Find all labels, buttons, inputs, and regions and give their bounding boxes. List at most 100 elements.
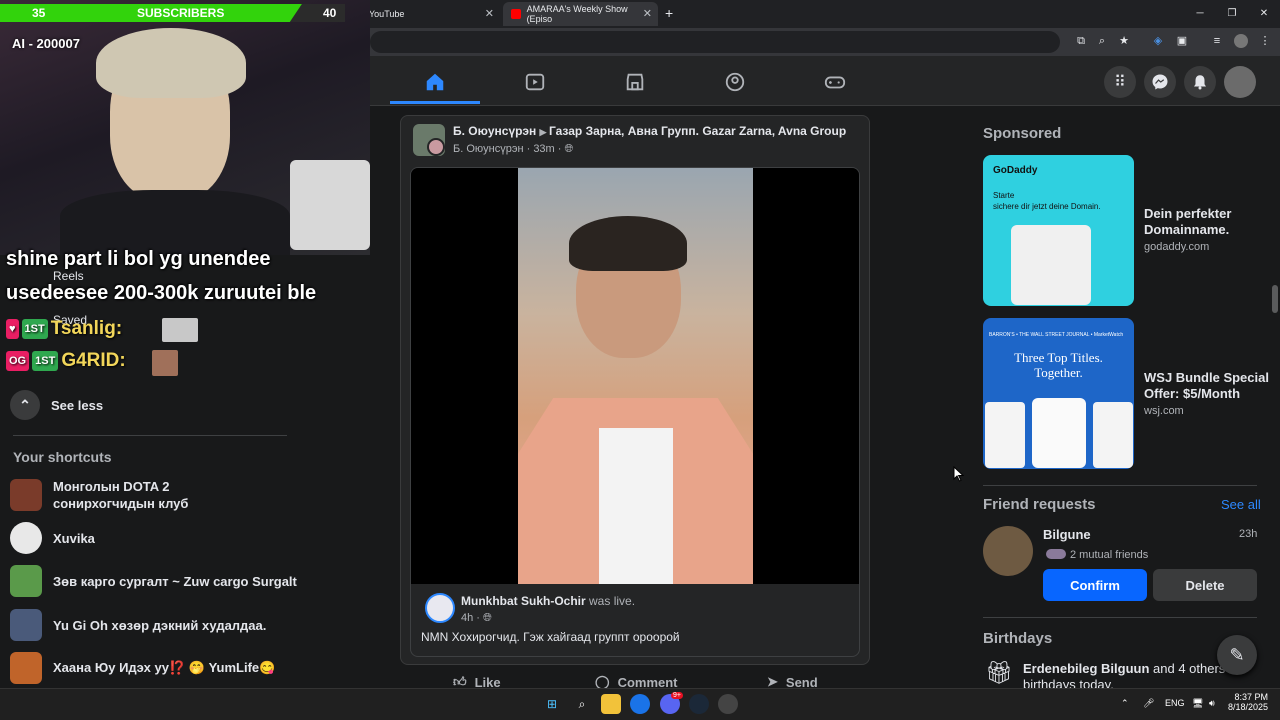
chat-badge: OG	[6, 351, 30, 371]
shortcut-item[interactable]: Yu Gi Oh хөзөр дэкний худалдаа.	[10, 609, 266, 641]
reading-list-icon[interactable]: ≡	[1210, 34, 1224, 48]
bookmark-star-icon[interactable]: ★	[1117, 34, 1131, 48]
post-time[interactable]: 33m	[533, 143, 554, 155]
friend-requests-title: Friend requests	[983, 496, 1096, 513]
friend-request-time: 23h	[1239, 528, 1258, 540]
shared-author-name[interactable]: Munkhbat Sukh-Ochir	[461, 594, 586, 608]
nav-groups[interactable]	[690, 62, 780, 102]
ad-image-godaddy[interactable]: GoDaddy Starte sichere dir jetzt deine D…	[983, 155, 1134, 306]
shortcut-thumbnail	[10, 565, 42, 597]
tab-amaraa[interactable]: AMARAA's Weekly Show (Episo ✕	[503, 2, 658, 26]
ad-image-text: Three Top Titles.	[1014, 350, 1103, 365]
ad-phone-graphic	[1011, 225, 1091, 305]
nav-marketplace[interactable]	[590, 62, 680, 102]
post-subauthor[interactable]: Б. Оюунсүрэн	[453, 143, 524, 155]
mouse-cursor-icon	[953, 466, 965, 482]
overlay-message-line2: usedeesee 200-300k zuruutei ble	[6, 282, 317, 304]
account-avatar[interactable]	[1224, 66, 1256, 98]
gift-icon: 🎁︎	[985, 660, 1013, 685]
divider	[983, 617, 1257, 618]
zoom-icon[interactable]: ⌕	[1095, 34, 1109, 48]
overlay-message-line1: shine part li bol yg unendee	[6, 248, 271, 270]
ad-title[interactable]: WSJ Bundle Special Offer: $5/Month	[1144, 370, 1269, 402]
ai-label: AI - 200007	[12, 36, 80, 51]
nav-video[interactable]	[490, 62, 580, 102]
chat-badge: 1ST	[32, 351, 59, 371]
mutual-friends-avatars	[1046, 549, 1066, 559]
clock[interactable]: 8:37 PM 8/18/2025	[1228, 692, 1268, 712]
shortcut-label: Xuvika	[53, 530, 95, 546]
birthday-text: Erdenebileg Bilguun and 4 others h	[1023, 661, 1236, 676]
ad-title[interactable]: Dein perfekter Domainname.	[1144, 206, 1269, 238]
obs-icon[interactable]	[718, 694, 738, 714]
post-meta: Б. Оюунсүрэн · 33m · 🌐︎	[453, 143, 574, 155]
divider	[983, 485, 1257, 486]
bell-icon	[1194, 75, 1206, 90]
shared-author-avatar[interactable]	[425, 593, 455, 623]
maximize-icon[interactable]: ❐	[1216, 0, 1248, 28]
see-less-button[interactable]: ⌃ See less	[10, 390, 103, 420]
messenger-button[interactable]	[1144, 66, 1176, 98]
grid-icon: ⠿	[1114, 74, 1126, 91]
minimize-icon[interactable]: ─	[1184, 0, 1216, 28]
clock-time: 8:37 PM	[1234, 692, 1268, 702]
friend-request-avatar[interactable]	[983, 526, 1033, 576]
new-tab-button[interactable]: +	[665, 5, 673, 21]
chat-username: Tsanlig:	[50, 318, 123, 339]
notifications-button[interactable]	[1184, 66, 1216, 98]
chrome-icon[interactable]	[630, 694, 650, 714]
shortcut-label: Зөв карго сургалт ~ Zuw cargo Surgalt	[53, 573, 297, 589]
shortcuts-title: Your shortcuts	[13, 449, 112, 465]
extensions-puzzle-icon[interactable]: ▣	[1175, 34, 1189, 48]
file-explorer-icon[interactable]	[601, 694, 621, 714]
shared-time[interactable]: 4h	[461, 612, 473, 624]
shortcut-item[interactable]: Монголын DOTA 2 сонирхогчидын клуб	[10, 478, 280, 512]
chat-badge: 1ST	[21, 319, 48, 339]
tray-chevron-icon[interactable]: ⌃	[1121, 698, 1129, 709]
ad-image-wsj[interactable]: BARRON'S • THE WALL STREET JOURNAL • Mar…	[983, 318, 1134, 469]
see-all-link[interactable]: See all	[1221, 497, 1261, 512]
shortcut-label: Монголын DOTA 2 сонирхогчидын клуб	[53, 479, 189, 511]
streamer-shirt	[60, 190, 290, 255]
nav-gaming[interactable]	[790, 62, 880, 102]
video-player[interactable]	[411, 168, 859, 584]
shortcut-item[interactable]: Зөв карго сургалт ~ Zuw cargo Surgalt	[10, 565, 297, 597]
network-icon[interactable]: 🖥︎	[1192, 698, 1203, 709]
close-tab-icon[interactable]: ✕	[643, 7, 652, 20]
close-window-icon[interactable]: ✕	[1248, 0, 1280, 28]
shared-text: NMN Хохирогчид. Гэж хайгаад группт ороор…	[421, 630, 680, 644]
cast-icon[interactable]: ⧉	[1074, 34, 1088, 48]
delete-button[interactable]: Delete	[1153, 569, 1257, 601]
new-message-button[interactable]: ✎	[1217, 635, 1257, 675]
close-tab-icon[interactable]: ✕	[485, 7, 494, 20]
heart-badge-icon: ♥	[6, 319, 19, 339]
background-appliance	[290, 160, 370, 250]
friend-request-name[interactable]: Bilgune	[1043, 527, 1091, 542]
birthday-line2: birthdays today.	[1023, 677, 1114, 688]
shared-video[interactable]: Munkhbat Sukh-Ochir was live. 4h · 🌐︎ NM…	[410, 167, 860, 657]
confirm-button[interactable]: Confirm	[1043, 569, 1147, 601]
search-icon[interactable]: ⌕	[572, 694, 592, 714]
sidebar-item-reels[interactable]: Reels	[53, 269, 84, 283]
windows-start-icon[interactable]: ⊞	[542, 694, 562, 714]
address-bar[interactable]	[370, 31, 1060, 53]
volume-icon[interactable]: 🔊︎	[1209, 698, 1215, 709]
menu-kebab-icon[interactable]: ⋮	[1258, 34, 1272, 48]
nav-home[interactable]	[390, 62, 480, 102]
post-group[interactable]: Газар Зарна, Авна Групп. Gazar Zarna, Av…	[549, 124, 846, 138]
steam-icon[interactable]	[689, 694, 709, 714]
author-avatar[interactable]	[427, 138, 445, 156]
menu-grid-button[interactable]: ⠿	[1104, 66, 1136, 98]
shortcut-item[interactable]: Xuvika	[10, 522, 95, 554]
birthday-name[interactable]: Erdenebileg Bilguun	[1023, 661, 1149, 676]
microphone-icon[interactable]: 🎤︎	[1143, 698, 1154, 709]
profile-avatar[interactable]	[1234, 34, 1248, 48]
shortcut-item[interactable]: Хаана Юу Идэх уу⁉️ 🤭 YumLife😋	[10, 652, 275, 684]
see-less-label: See less	[51, 397, 104, 413]
scrollbar[interactable]	[1272, 285, 1278, 313]
extension-icon[interactable]: ◈	[1151, 34, 1165, 48]
shared-header: Munkhbat Sukh-Ochir was live.	[461, 594, 635, 608]
post-author[interactable]: Б. Оюунсүрэн	[453, 124, 536, 138]
shortcut-label: Yu Gi Oh хөзөр дэкний худалдаа.	[53, 617, 267, 633]
language-indicator[interactable]: ENG	[1165, 698, 1185, 708]
